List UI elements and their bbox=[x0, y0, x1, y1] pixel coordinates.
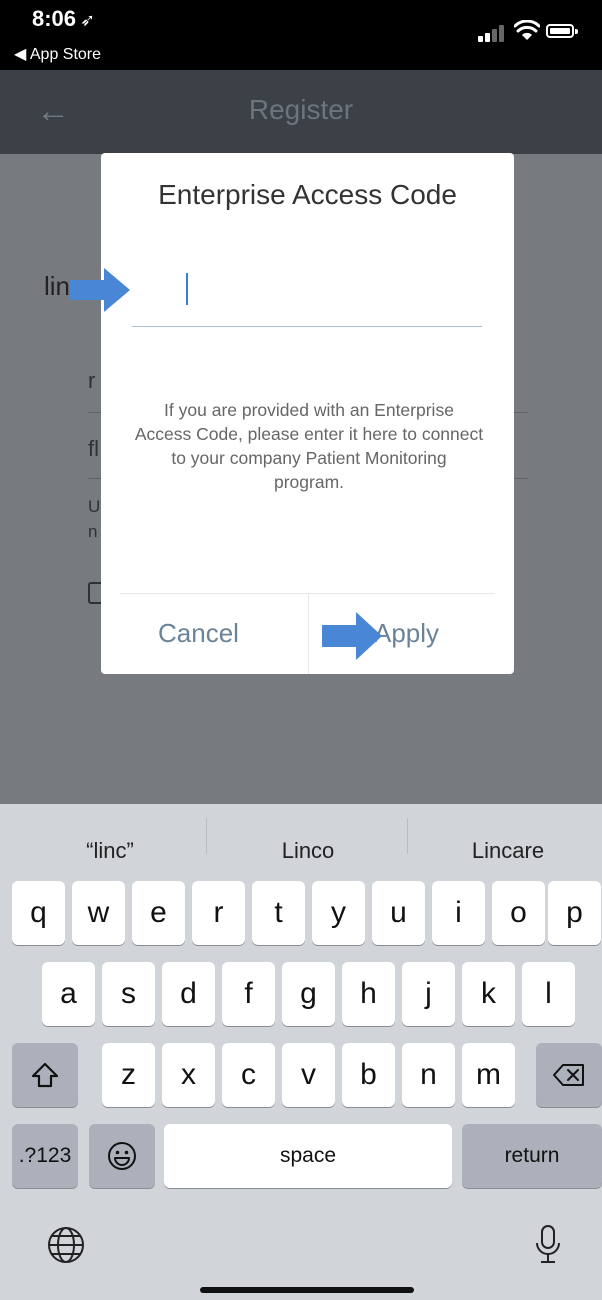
button-separator bbox=[308, 594, 309, 674]
backspace-icon bbox=[553, 1064, 584, 1086]
key-h[interactable]: h bbox=[342, 962, 395, 1026]
suggestion-item[interactable]: Lincare bbox=[408, 838, 602, 864]
shift-icon bbox=[31, 1062, 59, 1088]
key-n[interactable]: n bbox=[402, 1043, 455, 1107]
emoji-icon bbox=[108, 1142, 136, 1170]
key-c[interactable]: c bbox=[222, 1043, 275, 1107]
numbers-key[interactable]: .?123 bbox=[12, 1124, 78, 1188]
key-w[interactable]: w bbox=[72, 881, 125, 945]
key-a[interactable]: a bbox=[42, 962, 95, 1026]
return-key[interactable]: return bbox=[462, 1124, 602, 1188]
key-m[interactable]: m bbox=[462, 1043, 515, 1107]
cellular-signal-icon bbox=[478, 24, 508, 42]
dialog-title: Enterprise Access Code bbox=[158, 179, 457, 210]
key-e[interactable]: e bbox=[132, 881, 185, 945]
background-text: n bbox=[88, 522, 98, 541]
battery-icon bbox=[546, 24, 578, 38]
background-field-hint: fl bbox=[88, 436, 99, 461]
key-l[interactable]: l bbox=[522, 962, 575, 1026]
cancel-button[interactable]: Cancel bbox=[158, 618, 239, 649]
input-underline bbox=[132, 326, 482, 327]
background-field-hint: r bbox=[88, 368, 96, 393]
key-d[interactable]: d bbox=[162, 962, 215, 1026]
key-u[interactable]: u bbox=[372, 881, 425, 945]
key-x[interactable]: x bbox=[162, 1043, 215, 1107]
key-r[interactable]: r bbox=[192, 881, 245, 945]
backspace-key[interactable] bbox=[536, 1043, 602, 1107]
key-z[interactable]: z bbox=[102, 1043, 155, 1107]
app-bar: ← Register bbox=[0, 70, 602, 154]
suggestion-item[interactable]: “linc” bbox=[10, 838, 210, 864]
globe-icon[interactable] bbox=[46, 1225, 86, 1265]
key-b[interactable]: b bbox=[342, 1043, 395, 1107]
pointer-arrow-icon bbox=[70, 268, 130, 312]
location-arrow-icon: ➶ bbox=[80, 10, 96, 30]
key-g[interactable]: g bbox=[282, 962, 335, 1026]
text-caret bbox=[186, 273, 188, 305]
key-k[interactable]: k bbox=[462, 962, 515, 1026]
suggestion-item[interactable]: Linco bbox=[208, 838, 408, 864]
key-y[interactable]: y bbox=[312, 881, 365, 945]
page-title: Register bbox=[248, 94, 354, 125]
key-s[interactable]: s bbox=[102, 962, 155, 1026]
key-p[interactable]: p bbox=[548, 881, 601, 945]
key-q[interactable]: q bbox=[12, 881, 65, 945]
key-o[interactable]: o bbox=[492, 881, 545, 945]
wifi-icon bbox=[514, 20, 540, 40]
space-key[interactable]: space bbox=[164, 1124, 452, 1188]
key-v[interactable]: v bbox=[282, 1043, 335, 1107]
status-bar: 8:06 ➶ ◀ App Store bbox=[0, 0, 602, 70]
pointer-arrow-icon bbox=[322, 612, 382, 660]
shift-key[interactable] bbox=[12, 1043, 78, 1107]
apply-button[interactable]: Apply bbox=[374, 618, 439, 649]
emoji-key[interactable] bbox=[89, 1124, 155, 1188]
back-to-app-store-link[interactable]: ◀ App Store bbox=[14, 44, 101, 64]
suggestion-divider bbox=[206, 818, 207, 854]
status-time: 8:06 ➶ bbox=[32, 6, 96, 31]
microphone-icon[interactable] bbox=[533, 1223, 563, 1267]
key-j[interactable]: j bbox=[402, 962, 455, 1026]
key-i[interactable]: i bbox=[432, 881, 485, 945]
background-text: U bbox=[88, 497, 101, 516]
dialog-info-text: If you are provided with an Enterprise A… bbox=[134, 400, 484, 492]
key-f[interactable]: f bbox=[222, 962, 275, 1026]
home-indicator bbox=[200, 1287, 414, 1293]
screen: 8:06 ➶ ◀ App Store ← Register r fl U n En… bbox=[0, 0, 602, 1300]
key-t[interactable]: t bbox=[252, 881, 305, 945]
